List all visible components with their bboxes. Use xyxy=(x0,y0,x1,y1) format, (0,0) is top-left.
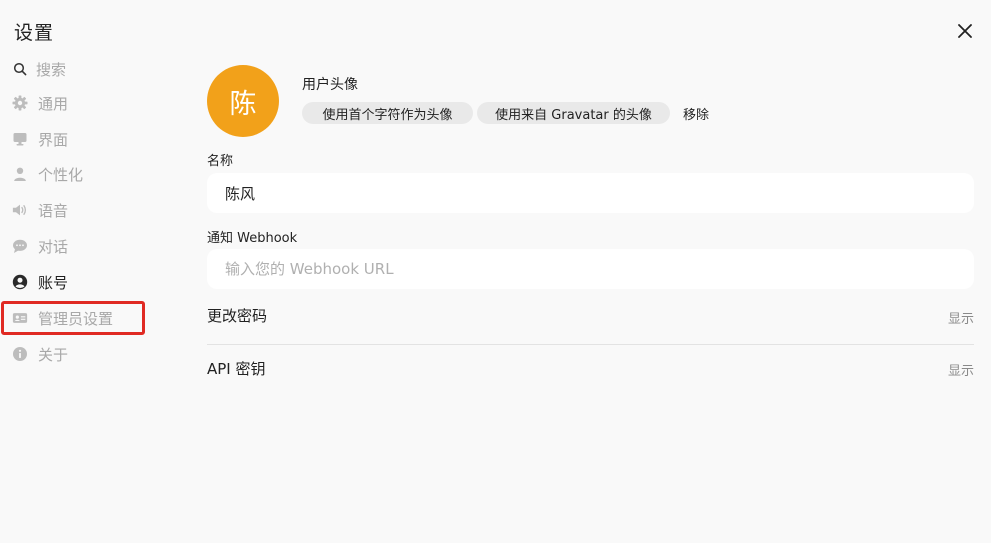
sidebar-item-general[interactable]: 通用 xyxy=(0,86,148,120)
remove-avatar-button[interactable]: 移除 xyxy=(683,104,709,123)
api-key-label: API 密钥 xyxy=(207,360,266,378)
button-label: 使用来自 Gravatar 的头像 xyxy=(495,107,652,123)
sidebar-item-conversation[interactable]: 对话 xyxy=(0,229,148,263)
avatar-initial: 陈 xyxy=(229,88,257,120)
sidebar-item-label: 个性化 xyxy=(38,165,84,184)
name-input[interactable] xyxy=(225,184,974,202)
sidebar-item-about[interactable]: 关于 xyxy=(0,337,148,371)
change-password-label: 更改密码 xyxy=(207,307,268,325)
info-icon xyxy=(12,346,28,362)
sidebar-item-voice[interactable]: 语音 xyxy=(0,193,148,227)
button-label: 使用首个字符作为头像 xyxy=(322,107,453,123)
speaker-icon xyxy=(12,202,28,218)
sidebar-item-search[interactable]: 搜索 xyxy=(0,52,148,86)
sidebar-item-label: 对话 xyxy=(38,237,69,256)
avatar[interactable]: 陈 xyxy=(207,65,279,137)
show-api-key-button[interactable]: 显示 xyxy=(948,360,974,379)
show-password-button[interactable]: 显示 xyxy=(948,308,974,327)
chat-bubble-icon xyxy=(12,238,28,254)
highlight-box xyxy=(1,301,145,335)
sidebar-item-label: 语音 xyxy=(38,201,69,220)
name-label: 名称 xyxy=(207,154,234,169)
avatar-title: 用户头像 xyxy=(302,77,358,93)
account-circle-icon xyxy=(12,274,28,290)
sidebar-item-interface[interactable]: 界面 xyxy=(0,122,148,156)
name-field[interactable] xyxy=(207,173,974,213)
sidebar-item-label: 通用 xyxy=(38,94,69,113)
close-button[interactable] xyxy=(952,18,978,44)
monitor-icon xyxy=(12,131,28,147)
close-icon xyxy=(958,24,972,38)
sidebar-item-label: 界面 xyxy=(38,130,69,149)
divider xyxy=(207,344,974,345)
sidebar-item-account[interactable]: 账号 xyxy=(0,265,148,299)
webhook-label: 通知 Webhook xyxy=(207,231,298,246)
use-gravatar-avatar-button[interactable]: 使用来自 Gravatar 的头像 xyxy=(477,102,670,124)
webhook-field[interactable] xyxy=(207,249,974,289)
sidebar-item-label: 搜索 xyxy=(36,60,67,79)
settings-title: 设置 xyxy=(14,22,55,44)
sidebar-item-label: 关于 xyxy=(38,345,69,364)
gear-icon xyxy=(12,95,28,111)
search-icon xyxy=(12,61,28,77)
person-icon xyxy=(12,166,28,182)
sidebar-item-label: 账号 xyxy=(38,273,69,292)
webhook-input[interactable] xyxy=(225,260,974,278)
use-initial-avatar-button[interactable]: 使用首个字符作为头像 xyxy=(302,102,473,124)
sidebar-item-personalization[interactable]: 个性化 xyxy=(0,157,148,191)
